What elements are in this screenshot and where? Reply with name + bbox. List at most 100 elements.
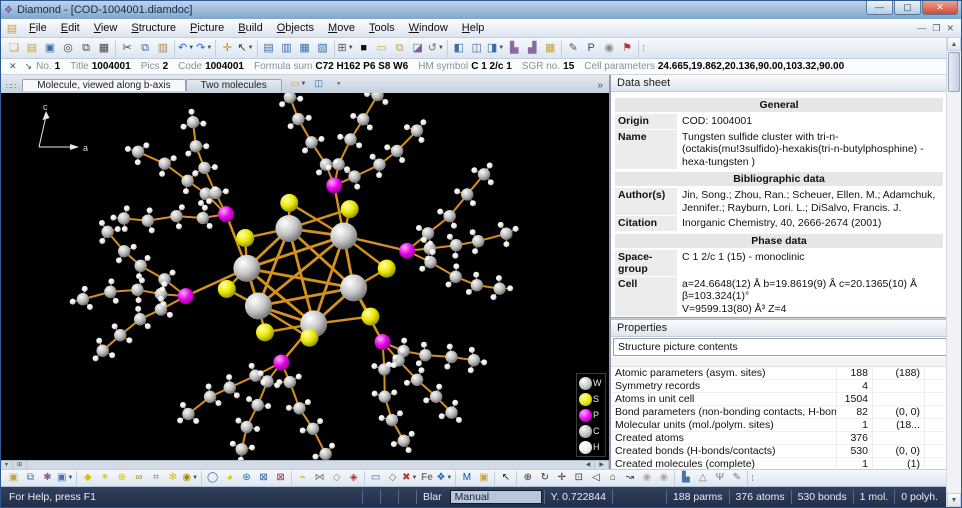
property-row[interactable]: Bond parameters (non-bonding contacts, H… (611, 406, 946, 419)
measure-path-button[interactable]: Ψ (711, 471, 728, 486)
select-pointer-button[interactable]: ↖▼ (236, 40, 254, 57)
menu-tools[interactable]: Tools (362, 20, 402, 36)
dropdown-arrow-icon[interactable]: ▼ (248, 45, 254, 51)
picture-view-1-button[interactable]: ▤ (260, 40, 278, 57)
tab-menu-dropdown[interactable]: ▾ (1, 461, 13, 469)
arrange-pictures-button[interactable]: ◫ (310, 75, 328, 92)
spinner-input[interactable]: Manual (450, 490, 542, 504)
bond-style-button[interactable]: ⌁ (294, 471, 311, 486)
atom-style-segment-button[interactable]: ⊛ (238, 471, 255, 486)
undo-button[interactable]: ↶▼ (177, 40, 195, 57)
build-lattice-button[interactable]: ⌗ (147, 471, 164, 486)
atom-design-button[interactable]: ✶ (96, 471, 113, 486)
unit-cell-box-button[interactable]: ▭ (367, 471, 384, 486)
picture-tab[interactable]: Molecule, viewed along b-axis (22, 79, 185, 91)
table-view-button[interactable]: ▦ (541, 40, 559, 57)
toolbar-options-handle[interactable]: ⁞ (748, 474, 756, 483)
render-settings-button[interactable]: ✎ (564, 40, 582, 57)
property-row[interactable]: Atomic parameters (asym. sites)188(188) (611, 367, 946, 380)
tab-scroll-right[interactable]: ▶ (595, 461, 609, 469)
structure-viewport[interactable]: c a WSPCH (1, 93, 609, 460)
dropdown-arrow-icon[interactable]: ▼ (188, 45, 194, 51)
center-view-button[interactable]: ⊕ (519, 471, 536, 486)
menu-picture[interactable]: Picture (183, 20, 231, 36)
fill-cell-button[interactable]: ❖▼ (435, 471, 453, 486)
video-sequence-button[interactable]: ↺▼ (427, 40, 445, 57)
menu-objects[interactable]: Objects (270, 20, 321, 36)
dropdown-arrow-icon[interactable]: ▼ (498, 45, 504, 51)
layout-split-button[interactable]: ◫ (468, 40, 486, 57)
add-atom-button[interactable]: ◆ (79, 471, 96, 486)
menu-structure[interactable]: Structure (124, 20, 183, 36)
iron-filter-button[interactable]: Fe (418, 471, 435, 486)
cell-edges-button[interactable]: ◇ (384, 471, 401, 486)
properties-table[interactable]: Atomic parameters (asym. sites)188(188)S… (611, 367, 946, 469)
document-icon[interactable]: ▤ (4, 22, 20, 35)
close-infobar-icon[interactable]: ✕ (5, 61, 21, 72)
auto-connect-button[interactable]: ∞ (130, 471, 147, 486)
cut-range-button[interactable]: ⊠ (272, 471, 289, 486)
toolbar-options-handle[interactable]: ⁞ (639, 44, 647, 53)
title-bar[interactable]: ❖ Diamond - [COD-1004001.diamdoc] — ▢ ✕ (1, 1, 961, 19)
measure-mode-button[interactable]: M (458, 471, 475, 486)
delete-objects-button[interactable]: ✖▼ (401, 471, 418, 486)
mdi-minimize-button[interactable]: — (917, 23, 926, 34)
dropdown-arrow-icon[interactable]: ▼ (446, 475, 452, 481)
molecule-rendering[interactable] (1, 93, 609, 460)
layout-report-button[interactable]: ◧ (450, 40, 468, 57)
atom-style-filled-button[interactable]: ◕ (221, 471, 238, 486)
camera-button[interactable]: ◉ (600, 40, 618, 57)
atom-style-circle-button[interactable]: ◯ (204, 471, 221, 486)
tabbar-drag-handle[interactable]: ∷∷ (2, 82, 20, 93)
zoom-fit-button[interactable]: ⊡ (570, 471, 587, 486)
picture-tab[interactable]: Two molecules (186, 79, 282, 91)
walk-through-button[interactable]: ↝ (621, 471, 638, 486)
menu-edit[interactable]: Edit (54, 20, 87, 36)
picture-wizard-button[interactable]: ✱ (39, 471, 56, 486)
property-row[interactable]: Atoms in unit cell1504 (611, 393, 946, 406)
dropdown-arrow-icon[interactable]: ▼ (206, 45, 212, 51)
polyhedron-design-button[interactable]: ◈ (345, 471, 362, 486)
structure-picture-button[interactable]: ▣ (5, 471, 22, 486)
close-button[interactable]: ✕ (922, 1, 958, 15)
cut-button[interactable]: ✂ (118, 40, 136, 57)
tab-grid-button[interactable]: ⊞ (13, 461, 27, 469)
dropdown-arrow-icon[interactable]: ▼ (411, 475, 417, 481)
menu-move[interactable]: Move (321, 20, 362, 36)
dropdown-arrow-icon[interactable]: ▼ (67, 475, 73, 481)
maximize-button[interactable]: ▢ (894, 1, 921, 15)
dropdown-arrow-icon[interactable]: ▼ (348, 45, 354, 51)
tab-overflow-chevron[interactable]: » (592, 80, 608, 93)
new-picture-button[interactable]: ▭ (373, 40, 391, 57)
table-grid-button[interactable]: ⊞▼ (337, 40, 355, 57)
diagram-powder-button[interactable]: ▙ (505, 40, 523, 57)
mdi-restore-button[interactable]: ❐ (932, 23, 940, 34)
add-bond-button[interactable]: ⊕ (113, 471, 130, 486)
picture-copy-button[interactable]: ⧉ (22, 471, 39, 486)
picture-view-3-button[interactable]: ▦ (296, 40, 314, 57)
datasheet-header[interactable]: Data sheet ✕ (611, 75, 961, 92)
open-document-button[interactable]: ▤ (23, 40, 41, 57)
tools-red-button[interactable]: ⚑ (618, 40, 636, 57)
coordination-sphere-button[interactable]: ◉▼ (181, 471, 199, 486)
copy-picture-button[interactable]: ⧉ (391, 40, 409, 57)
view-back-button[interactable]: ◁ (587, 471, 604, 486)
picture-view-2-button[interactable]: ▥ (278, 40, 296, 57)
move-view-button[interactable]: ✛ (553, 471, 570, 486)
pointer-mode-button[interactable]: ↖ (497, 471, 514, 486)
diagram-distance-button[interactable]: ▟ (523, 40, 541, 57)
menu-window[interactable]: Window (402, 20, 455, 36)
find-binoculars-button[interactable]: ◎ (59, 40, 77, 57)
menu-view[interactable]: View (87, 20, 125, 36)
bond-design-button[interactable]: ⋈ (311, 471, 328, 486)
paste-button[interactable]: ▥ (154, 40, 172, 57)
pov-picture-button[interactable]: ◪ (409, 40, 427, 57)
pan-hand-button[interactable]: ✛ (218, 40, 236, 57)
new-picture-tab-button[interactable]: ▭▼ (290, 75, 308, 92)
minimize-button[interactable]: — (866, 1, 893, 15)
molecule-builder-button[interactable]: ✻ (164, 471, 181, 486)
print-preview-button[interactable]: ⧉ (77, 40, 95, 57)
pin-tab-button[interactable]: ▪ (330, 75, 348, 92)
rotate-view-button[interactable]: ↻ (536, 471, 553, 486)
copy-button[interactable]: ⧉ (136, 40, 154, 57)
